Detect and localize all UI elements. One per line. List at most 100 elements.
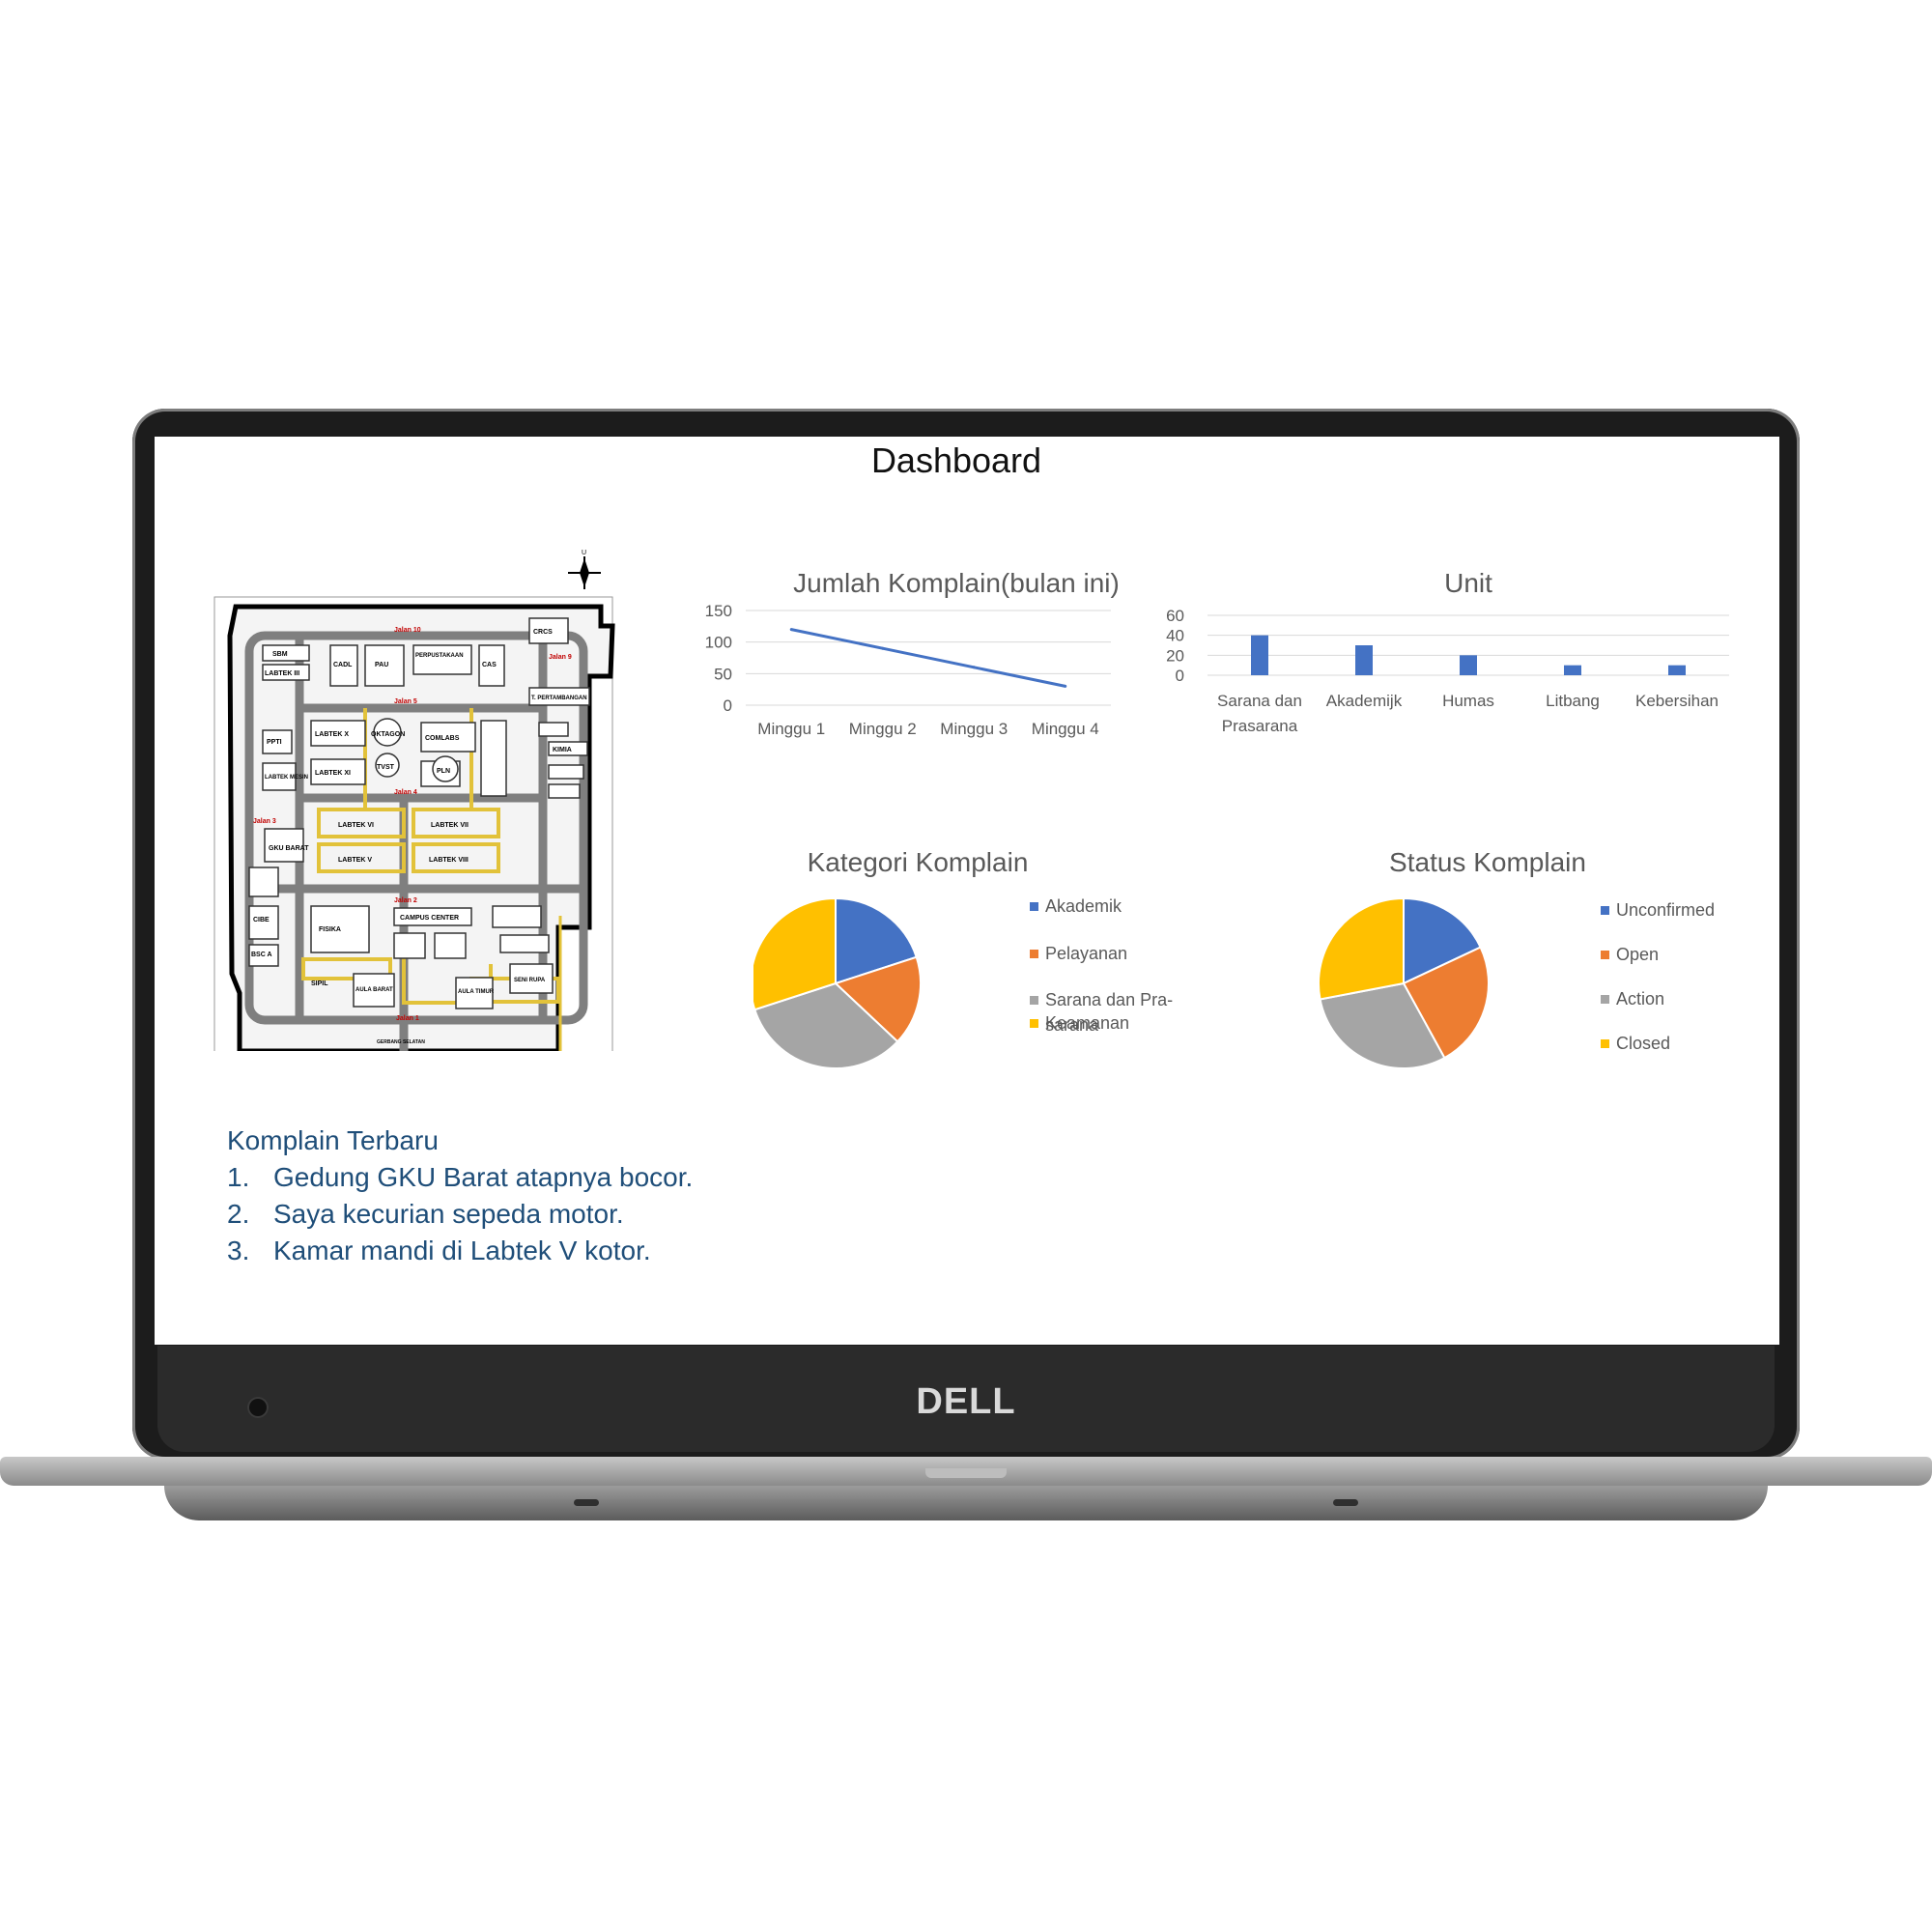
compass-icon: U: [568, 550, 601, 589]
legend-label: Sarana dan Pra-: [1045, 990, 1173, 1009]
map-label: Jalan 3: [253, 818, 276, 825]
bar: [1564, 665, 1581, 675]
legend-marker: [1601, 906, 1609, 915]
map-label: CIBE: [253, 917, 270, 923]
map-label: PAU: [375, 662, 388, 668]
map-label: LABTEK V: [338, 857, 372, 864]
pie-slice: [1319, 896, 1405, 1001]
map-label: AULA TIMUR: [458, 989, 495, 995]
list-item[interactable]: 2. Saya kecurian sepeda motor.: [227, 1196, 693, 1233]
y-tick-label: 0: [1176, 667, 1184, 685]
map-label: GKU BARAT: [269, 845, 309, 852]
map-label: PPTI: [267, 739, 282, 746]
bar: [1251, 635, 1268, 675]
legend-label: Action: [1616, 989, 1664, 1009]
list-item[interactable]: 1. Gedung GKU Barat atapnya bocor.: [227, 1159, 693, 1196]
complaint-text: Saya kecurian sepeda motor.: [273, 1199, 624, 1229]
pie-chart-title: Kategori Komplain: [807, 847, 1029, 877]
rubber-foot: [1333, 1499, 1358, 1506]
map-label: CAMPUS CENTER: [400, 915, 459, 922]
data-point: [789, 628, 793, 632]
map-label: LABTEK X: [315, 731, 349, 738]
map-label: CRCS: [533, 629, 553, 636]
y-tick-label: 50: [714, 665, 732, 683]
bar: [1668, 665, 1686, 675]
y-tick-label: 150: [705, 602, 732, 620]
map-label: CAS: [482, 662, 497, 668]
map-label: PLN: [437, 768, 450, 775]
y-tick-label: 20: [1166, 646, 1184, 665]
map-label: GERBANG SELATAN: [377, 1039, 425, 1045]
map-label: LABTEK XI: [315, 770, 351, 777]
map-label: Jalan 4: [394, 789, 417, 796]
status-pie-chart[interactable]: Unconfirmed Open Action Closed: [1319, 891, 1724, 1074]
bar: [1460, 655, 1477, 675]
legend-marker: [1030, 996, 1038, 1005]
x-tick-label: Akademijk: [1326, 692, 1403, 710]
x-tick-label: Prasarana: [1222, 717, 1298, 735]
y-tick-label: 0: [724, 696, 732, 715]
legend-label: Open: [1616, 945, 1659, 964]
kategori-pie-chart[interactable]: AkademikPelayananSarana dan Pra-saranaKe…: [753, 891, 1179, 1074]
list-item[interactable]: 3. Kamar mandi di Labtek V kotor.: [227, 1233, 693, 1269]
map-label: FISIKA: [319, 926, 341, 933]
x-tick-label: Minggu 1: [757, 720, 825, 738]
x-tick-label: Sarana dan: [1217, 692, 1302, 710]
bar-chart[interactable]: 60 4020 0 Sarana dan Prasarana Akademijk Humas…: [1159, 606, 1748, 780]
compass-label: U: [582, 550, 586, 556]
map-label: LABTEK III: [265, 670, 299, 677]
pie-chart-title: Status Komplain: [1389, 847, 1586, 877]
legend-label: Keamanan: [1045, 1013, 1129, 1033]
bar-chart-title: Unit: [1444, 568, 1492, 598]
legend-marker: [1030, 902, 1038, 911]
webcam-icon: [249, 1399, 267, 1416]
x-tick-label: Kebersihan: [1635, 692, 1719, 710]
complaint-text: Gedung GKU Barat atapnya bocor.: [273, 1162, 694, 1192]
y-tick-label: 100: [705, 634, 732, 652]
map-label: KIMIA: [553, 747, 572, 753]
map-label: OKTAGON: [371, 731, 405, 738]
campus-map[interactable]: U CRCS SBM LABTEK III CADL PAU PERPUSTAK…: [211, 549, 616, 1051]
map-label: LABTEK VII: [431, 822, 469, 829]
legend-marker: [1030, 1019, 1038, 1028]
rubber-foot: [574, 1499, 599, 1506]
x-tick-label: Minggu 3: [940, 720, 1008, 738]
complaints-heading: Komplain Terbaru: [227, 1125, 439, 1155]
legend-marker: [1030, 950, 1038, 958]
map-label: T. PERTAMBANGAN: [531, 696, 587, 701]
map-label: Jalan 5: [394, 698, 417, 705]
map-label: Jalan 2: [394, 897, 417, 904]
data-point: [972, 666, 976, 669]
map-label: LABTEK VI: [338, 822, 374, 829]
map-label: SBM: [272, 651, 288, 658]
series-line: [790, 628, 1066, 688]
page-title: Dashboard: [870, 440, 1042, 480]
map-label: AULA BARAT: [355, 987, 393, 993]
map-label: LABTEK VIII: [429, 857, 469, 864]
map-label: TVST: [377, 764, 395, 771]
legend-marker: [1601, 951, 1609, 959]
complaint-text: Kamar mandi di Labtek V kotor.: [273, 1236, 651, 1265]
data-point: [881, 646, 885, 650]
legend-marker: [1601, 1039, 1609, 1048]
legend-marker: [1601, 995, 1609, 1004]
legend-label: Pelayanan: [1045, 944, 1127, 963]
lid-notch: [925, 1468, 1007, 1478]
dell-logo: DELL: [916, 1381, 1016, 1422]
latest-complaints: Komplain Terbaru 1. Gedung GKU Barat ata…: [227, 1122, 693, 1269]
list-number: 3.: [227, 1236, 250, 1265]
x-tick-label: Minggu 4: [1032, 720, 1099, 738]
map-label: Jalan 9: [549, 654, 572, 661]
list-number: 1.: [227, 1162, 250, 1192]
x-tick-label: Humas: [1442, 692, 1494, 710]
legend-label: Unconfirmed: [1616, 900, 1715, 920]
map-label: PERPUSTAKAAN: [415, 653, 464, 659]
map-label: CADL: [333, 662, 353, 668]
legend-label: Akademik: [1045, 896, 1122, 916]
map-label: COMLABS: [425, 735, 460, 742]
line-chart[interactable]: 150 100 50 0 Minggu 1 Minggu 2 Minggu 3 Minggu …: [696, 591, 1140, 784]
legend-label: Closed: [1616, 1034, 1670, 1053]
y-tick-label: 40: [1166, 627, 1184, 645]
map-label: SENI RUPA: [514, 978, 546, 983]
x-tick-label: Minggu 2: [849, 720, 917, 738]
